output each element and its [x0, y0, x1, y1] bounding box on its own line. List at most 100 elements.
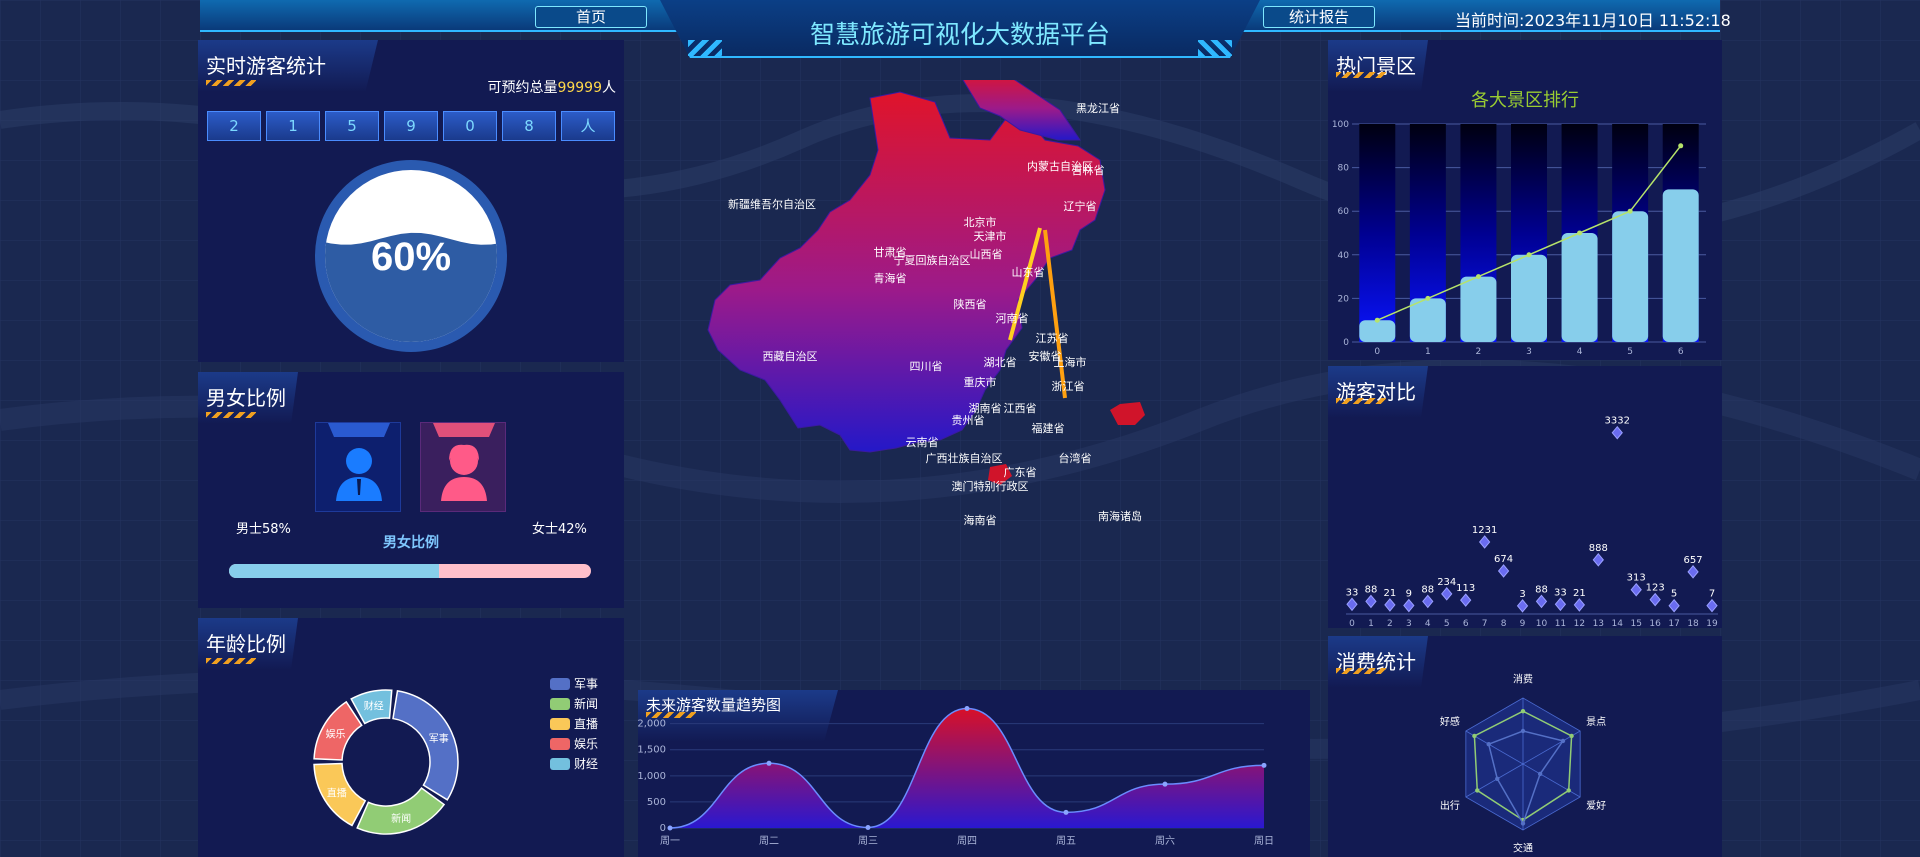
scatter-point[interactable] — [1422, 594, 1434, 609]
scatter-point[interactable] — [1403, 598, 1415, 613]
hot-panel: 热门景区 各大景区排行 0 20 40 60 80 100 0 1 2 3 4 5 6 — [1328, 40, 1722, 360]
male-card — [315, 422, 401, 512]
visitors-title: 实时游客统计 — [206, 54, 326, 78]
trend-point[interactable] — [766, 760, 772, 766]
scatter-point[interactable] — [1535, 594, 1548, 609]
y-tick-label: 100 — [1332, 120, 1349, 130]
scatter-point[interactable] — [1630, 582, 1642, 597]
line-point[interactable] — [1678, 143, 1684, 149]
trend-point[interactable] — [1261, 762, 1267, 768]
radar-axis-label: 好感 — [1440, 715, 1460, 728]
legend-label[interactable]: 军事 — [574, 677, 598, 691]
scatter-label: 3 — [1519, 589, 1525, 600]
radar-axis-label: 爱好 — [1586, 799, 1606, 812]
x-tick-label: 14 — [1612, 619, 1624, 628]
scatter-point[interactable] — [1516, 599, 1529, 613]
scatter-point[interactable] — [1460, 593, 1472, 607]
map-region-label: 西藏自治区 — [763, 349, 818, 363]
hot-bar-chart: 0 20 40 60 80 100 0 1 2 3 4 5 6 — [1332, 120, 1706, 357]
scatter-point[interactable] — [1592, 553, 1604, 567]
bar[interactable] — [1511, 254, 1547, 342]
reserve-label: 可预约总量 — [487, 80, 558, 96]
visitors-panel: 实时游客统计 可预约总量99999人 2 1 5 9 0 8 人 60% — [198, 40, 624, 362]
x-tick-label: 3 — [1526, 347, 1532, 357]
scatter-point[interactable] — [1478, 535, 1491, 549]
scatter-point[interactable] — [1441, 587, 1453, 601]
radar-point — [1520, 821, 1526, 826]
digit-cell: 9 — [384, 111, 438, 141]
map-region-label: 海南省 — [964, 513, 997, 527]
x-tick-label: 周一 — [660, 835, 680, 847]
scatter-point[interactable] — [1706, 598, 1718, 613]
gender-title-deco — [206, 412, 256, 418]
y-tick-label: 20 — [1338, 294, 1350, 304]
bar[interactable] — [1561, 233, 1598, 342]
scatter-point[interactable] — [1687, 565, 1699, 579]
age-panel: 年龄比例 军事 新闻 直播 娱乐 财经 军事 新闻 直播 娱乐 财经 — [198, 618, 624, 857]
map-region-label: 山西省 — [970, 248, 1003, 261]
bar-background — [1359, 124, 1396, 342]
trend-point[interactable] — [1162, 781, 1168, 787]
scatter-point[interactable] — [1668, 598, 1680, 613]
x-tick-label: 4 — [1425, 619, 1431, 628]
y-tick-label: 80 — [1338, 164, 1350, 174]
x-tick-label: 0 — [1349, 619, 1355, 628]
scatter-point[interactable] — [1384, 598, 1396, 612]
x-tick-label: 1 — [1425, 347, 1431, 357]
radar-point — [1560, 738, 1566, 744]
bar[interactable] — [1612, 211, 1649, 342]
bar[interactable] — [1460, 276, 1497, 342]
map-region-label: 重庆市 — [964, 375, 997, 389]
scatter-label: 33 — [1346, 587, 1359, 598]
donut-slice[interactable] — [356, 786, 446, 835]
line-point[interactable] — [1526, 252, 1532, 258]
x-tick-label: 1 — [1368, 619, 1374, 628]
radar-point — [1569, 733, 1574, 739]
ratio-bar-label: 男女比例 — [383, 535, 439, 551]
trend-point[interactable] — [865, 824, 871, 830]
donut-slice-label: 财经 — [364, 699, 384, 712]
scatter-point[interactable] — [1611, 425, 1623, 440]
trend-point[interactable] — [667, 825, 673, 831]
x-tick-label: 周五 — [1056, 835, 1076, 847]
bar[interactable] — [1662, 189, 1699, 342]
trend-point[interactable] — [1063, 809, 1069, 815]
donut-slice[interactable] — [392, 690, 459, 801]
scatter-point[interactable] — [1554, 597, 1567, 612]
legend-label[interactable]: 直播 — [574, 717, 598, 731]
x-tick-label: 7 — [1482, 619, 1488, 628]
scatter-point[interactable] — [1346, 597, 1358, 612]
radar-point — [1566, 788, 1571, 793]
reserve-value: 99999 — [557, 80, 602, 96]
scatter-point[interactable] — [1649, 592, 1661, 607]
scatter-point[interactable] — [1497, 564, 1510, 578]
x-tick-label: 2 — [1387, 619, 1393, 628]
line-point[interactable] — [1425, 295, 1431, 301]
nav-report-button[interactable]: 统计报告 — [1263, 6, 1375, 28]
radar-axis-label: 交通 — [1513, 841, 1533, 854]
line-point[interactable] — [1627, 208, 1633, 214]
nav-home-button[interactable]: 首页 — [535, 6, 647, 28]
scatter-point[interactable] — [1365, 594, 1377, 609]
line-point[interactable] — [1374, 317, 1380, 323]
bar[interactable] — [1359, 320, 1396, 342]
map-region-label: 上海市 — [1054, 355, 1087, 369]
scatter-point[interactable] — [1573, 598, 1586, 612]
donut-slice-label: 军事 — [429, 732, 449, 745]
x-tick-label: 12 — [1574, 619, 1585, 628]
map-region-label: 青海省 — [874, 271, 907, 285]
map-region-label: 山东省 — [1012, 266, 1045, 279]
female-card — [420, 422, 506, 512]
line-point[interactable] — [1475, 274, 1481, 280]
x-tick-label: 19 — [1706, 619, 1718, 628]
trend-point[interactable] — [964, 706, 970, 712]
line-point[interactable] — [1577, 230, 1583, 236]
legend-swatch — [550, 718, 570, 730]
time-label: 当前时间: — [1455, 11, 1525, 30]
legend-label[interactable]: 新闻 — [574, 696, 598, 711]
legend-label[interactable]: 财经 — [574, 757, 598, 771]
legend-label[interactable]: 娱乐 — [574, 737, 598, 751]
bar[interactable] — [1409, 298, 1446, 342]
compare-panel: 游客对比 33 0 88 1 21 2 9 3 88 4 234 5 113 6 1231 7 674 8 3 9 88… — [1328, 366, 1722, 628]
y-tick-label: 0 — [1343, 338, 1349, 348]
